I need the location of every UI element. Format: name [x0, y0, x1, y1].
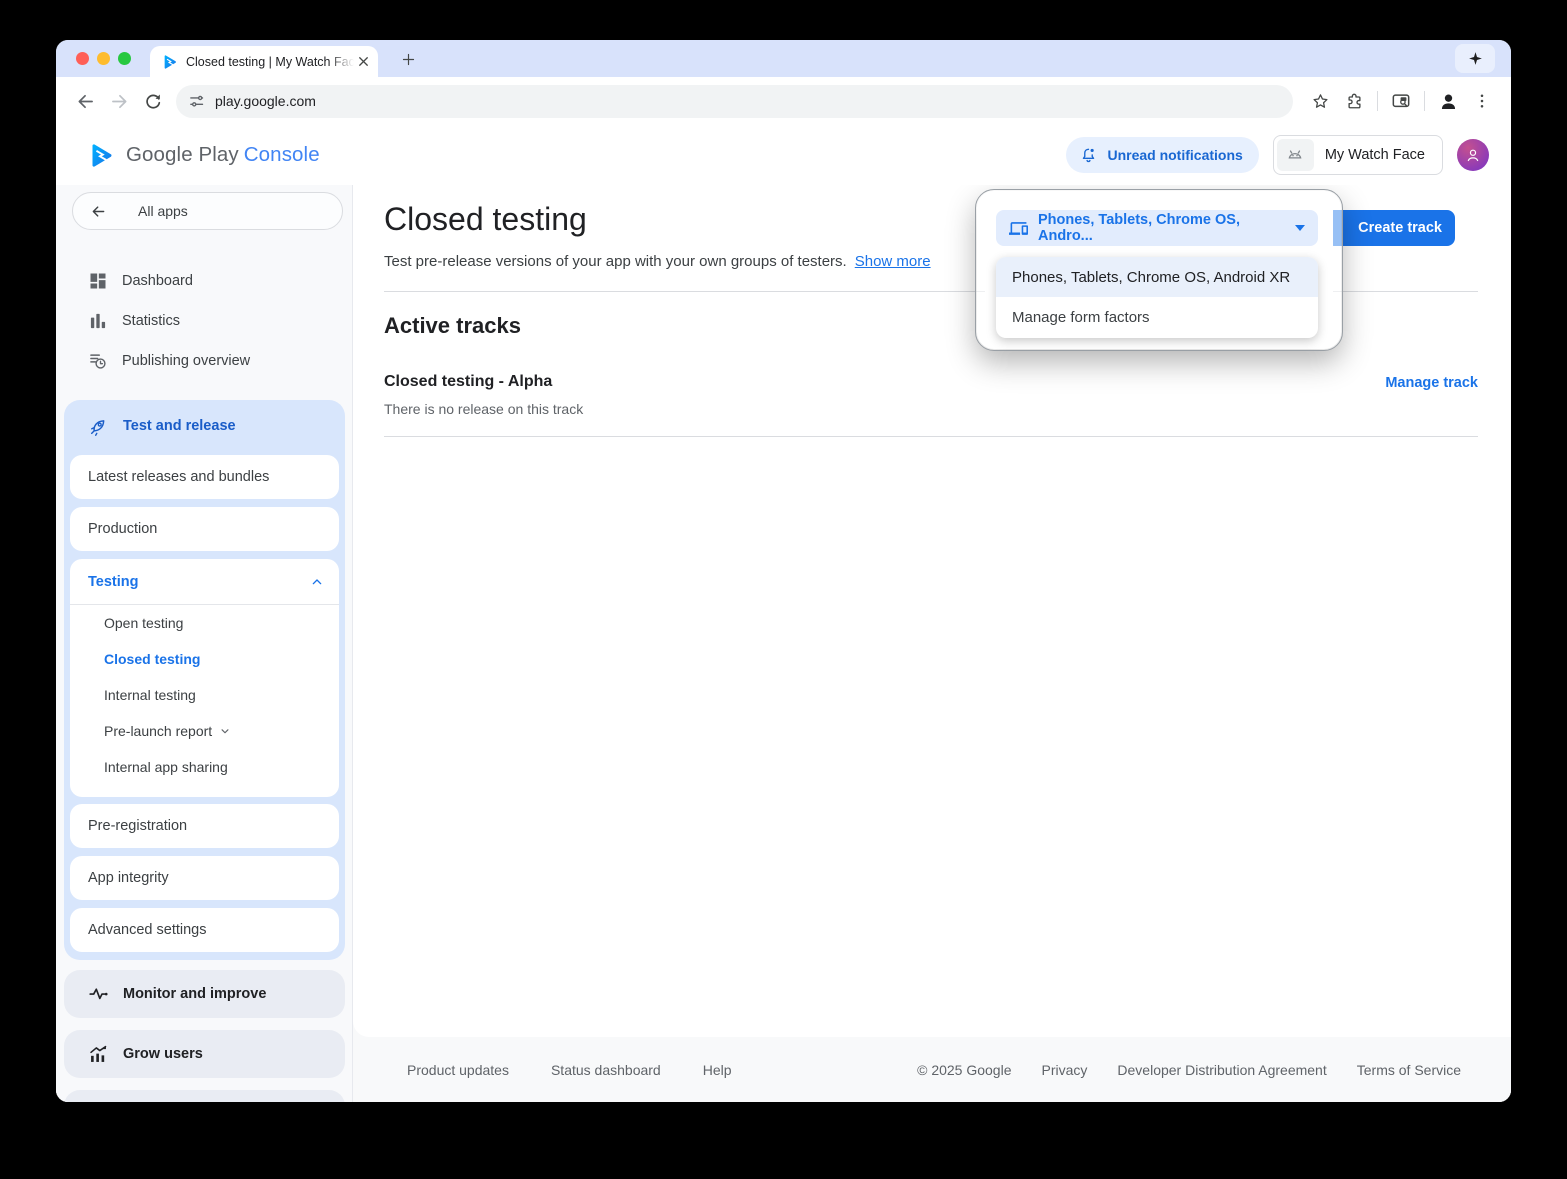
main-content: Closed testing Test pre-release versions…: [353, 185, 1511, 1102]
console-header: Google PlayConsole Unread notifications …: [56, 125, 1511, 185]
play-console-logo: [88, 142, 115, 169]
play-console-favicon: [162, 54, 178, 70]
tab-search-icon[interactable]: [1384, 84, 1418, 118]
form-factor-menu: Phones, Tablets, Chrome OS, Android XR M…: [996, 257, 1318, 338]
rocket-icon: [88, 416, 109, 437]
caret-down-icon: [1295, 225, 1305, 231]
tab-close-icon[interactable]: [354, 53, 372, 71]
sidebar-item-closed-testing[interactable]: Closed testing: [70, 641, 339, 677]
footer-link-dda[interactable]: Developer Distribution Agreement: [1117, 1062, 1326, 1078]
show-more-link[interactable]: Show more: [855, 253, 931, 270]
sidebar-item-latest-releases[interactable]: Latest releases and bundles: [70, 455, 339, 499]
footer-link-product-updates[interactable]: Product updates: [407, 1062, 509, 1078]
footer-link-privacy[interactable]: Privacy: [1042, 1062, 1088, 1078]
form-factor-select[interactable]: Phones, Tablets, Chrome OS, Andro...: [996, 210, 1318, 246]
app-name: My Watch Face: [1314, 147, 1439, 163]
app-switcher[interactable]: My Watch Face: [1273, 135, 1443, 175]
footer-link-terms[interactable]: Terms of Service: [1357, 1062, 1461, 1078]
browser-window: Closed testing | My Watch Fac play.googl…: [56, 40, 1511, 1102]
growth-chart-icon: [88, 1044, 109, 1065]
forward-icon[interactable]: [102, 84, 136, 118]
dashboard-icon: [88, 271, 108, 291]
sidebar-item-partial[interactable]: [64, 1090, 345, 1102]
back-arrow-icon: [89, 202, 108, 221]
sidebar-item-test-and-release[interactable]: Test and release: [64, 400, 345, 452]
toolbar-divider: [1377, 91, 1378, 111]
sidebar-item-pre-launch-report[interactable]: Pre-launch report: [70, 713, 339, 749]
url-text: play.google.com: [215, 93, 316, 109]
footer-link-help[interactable]: Help: [703, 1062, 732, 1078]
close-window-button[interactable]: [76, 52, 89, 65]
bookmark-star-icon[interactable]: [1303, 84, 1337, 118]
pulse-icon: [88, 984, 109, 1005]
track-status: There is no release on this track: [384, 401, 583, 417]
page-title: Closed testing: [384, 201, 587, 238]
window-controls: [76, 52, 131, 65]
extensions-icon[interactable]: [1337, 84, 1371, 118]
sidebar-item-dashboard[interactable]: Dashboard: [64, 261, 345, 301]
minimize-window-button[interactable]: [97, 52, 110, 65]
chevron-down-icon: [218, 724, 232, 738]
android-icon: [1277, 139, 1314, 171]
new-tab-button[interactable]: [394, 45, 422, 73]
footer-copyright: © 2025 Google: [917, 1062, 1011, 1078]
console-footer: Product updates Status dashboard Help © …: [353, 1037, 1511, 1102]
test-and-release-section: Test and release Latest releases and bun…: [64, 400, 345, 960]
reload-icon[interactable]: [136, 84, 170, 118]
form-factor-selected: Phones, Tablets, Chrome OS, Andro...: [1038, 212, 1285, 244]
play-console-page: Google PlayConsole Unread notifications …: [56, 125, 1511, 1102]
account-avatar[interactable]: [1457, 139, 1489, 171]
toolbar-divider: [1424, 91, 1425, 111]
sidebar-item-statistics[interactable]: Statistics: [64, 301, 345, 341]
sidebar-item-testing[interactable]: Testing: [70, 559, 339, 604]
zoom-window-button[interactable]: [118, 52, 131, 65]
create-track-button[interactable]: Create track: [1326, 210, 1455, 246]
sidebar-item-grow-users[interactable]: Grow users: [64, 1030, 345, 1078]
form-factor-popup: Phones, Tablets, Chrome OS, Andro... Pho…: [976, 190, 1342, 350]
sidebar-item-app-integrity[interactable]: App integrity: [70, 856, 339, 900]
tab-strip: Closed testing | My Watch Fac: [56, 40, 1511, 77]
profile-icon[interactable]: [1431, 84, 1465, 118]
sidebar-item-monitor-and-improve[interactable]: Monitor and improve: [64, 970, 345, 1018]
sidebar: All apps Dashboard Statistics Publishing…: [56, 185, 353, 1102]
testing-group-card: Testing Open testing Closed testing Inte…: [70, 559, 339, 797]
back-icon[interactable]: [68, 84, 102, 118]
notifications-label: Unread notifications: [1107, 147, 1242, 163]
chevron-up-icon: [309, 574, 325, 590]
active-tracks-heading: Active tracks: [384, 313, 521, 339]
all-apps-label: All apps: [138, 203, 188, 219]
page-description: Test pre-release versions of your app wi…: [384, 253, 931, 270]
brand-text: Google PlayConsole: [126, 143, 320, 167]
tab-title: Closed testing | My Watch Fac: [186, 55, 354, 69]
sidebar-item-internal-testing[interactable]: Internal testing: [70, 677, 339, 713]
sidebar-item-publishing-overview[interactable]: Publishing overview: [64, 341, 345, 381]
url-bar[interactable]: play.google.com: [176, 85, 1293, 118]
menu-dots-icon[interactable]: [1465, 84, 1499, 118]
bar-chart-icon: [88, 311, 108, 331]
footer-link-status-dashboard[interactable]: Status dashboard: [551, 1062, 661, 1078]
unread-notifications-chip[interactable]: Unread notifications: [1066, 137, 1258, 173]
track-name: Closed testing - Alpha: [384, 373, 552, 391]
menu-item-manage-form-factors[interactable]: Manage form factors: [996, 297, 1318, 337]
sparkle-icon[interactable]: [1455, 44, 1495, 73]
sidebar-item-internal-app-sharing[interactable]: Internal app sharing: [70, 749, 339, 785]
publishing-overview-icon: [88, 351, 108, 371]
all-apps-button[interactable]: All apps: [72, 192, 343, 230]
sidebar-item-open-testing[interactable]: Open testing: [70, 605, 339, 641]
devices-icon: [1009, 219, 1028, 238]
site-settings-icon[interactable]: [188, 93, 205, 110]
sidebar-item-advanced-settings[interactable]: Advanced settings: [70, 908, 339, 952]
browser-toolbar: play.google.com: [56, 77, 1511, 125]
manage-track-link[interactable]: Manage track: [1385, 375, 1478, 391]
bell-icon: [1079, 146, 1098, 165]
sidebar-item-pre-registration[interactable]: Pre-registration: [70, 804, 339, 848]
menu-item-form-factor[interactable]: Phones, Tablets, Chrome OS, Android XR: [996, 257, 1318, 297]
divider: [384, 436, 1478, 437]
sidebar-item-production[interactable]: Production: [70, 507, 339, 551]
browser-tab[interactable]: Closed testing | My Watch Fac: [150, 46, 378, 77]
